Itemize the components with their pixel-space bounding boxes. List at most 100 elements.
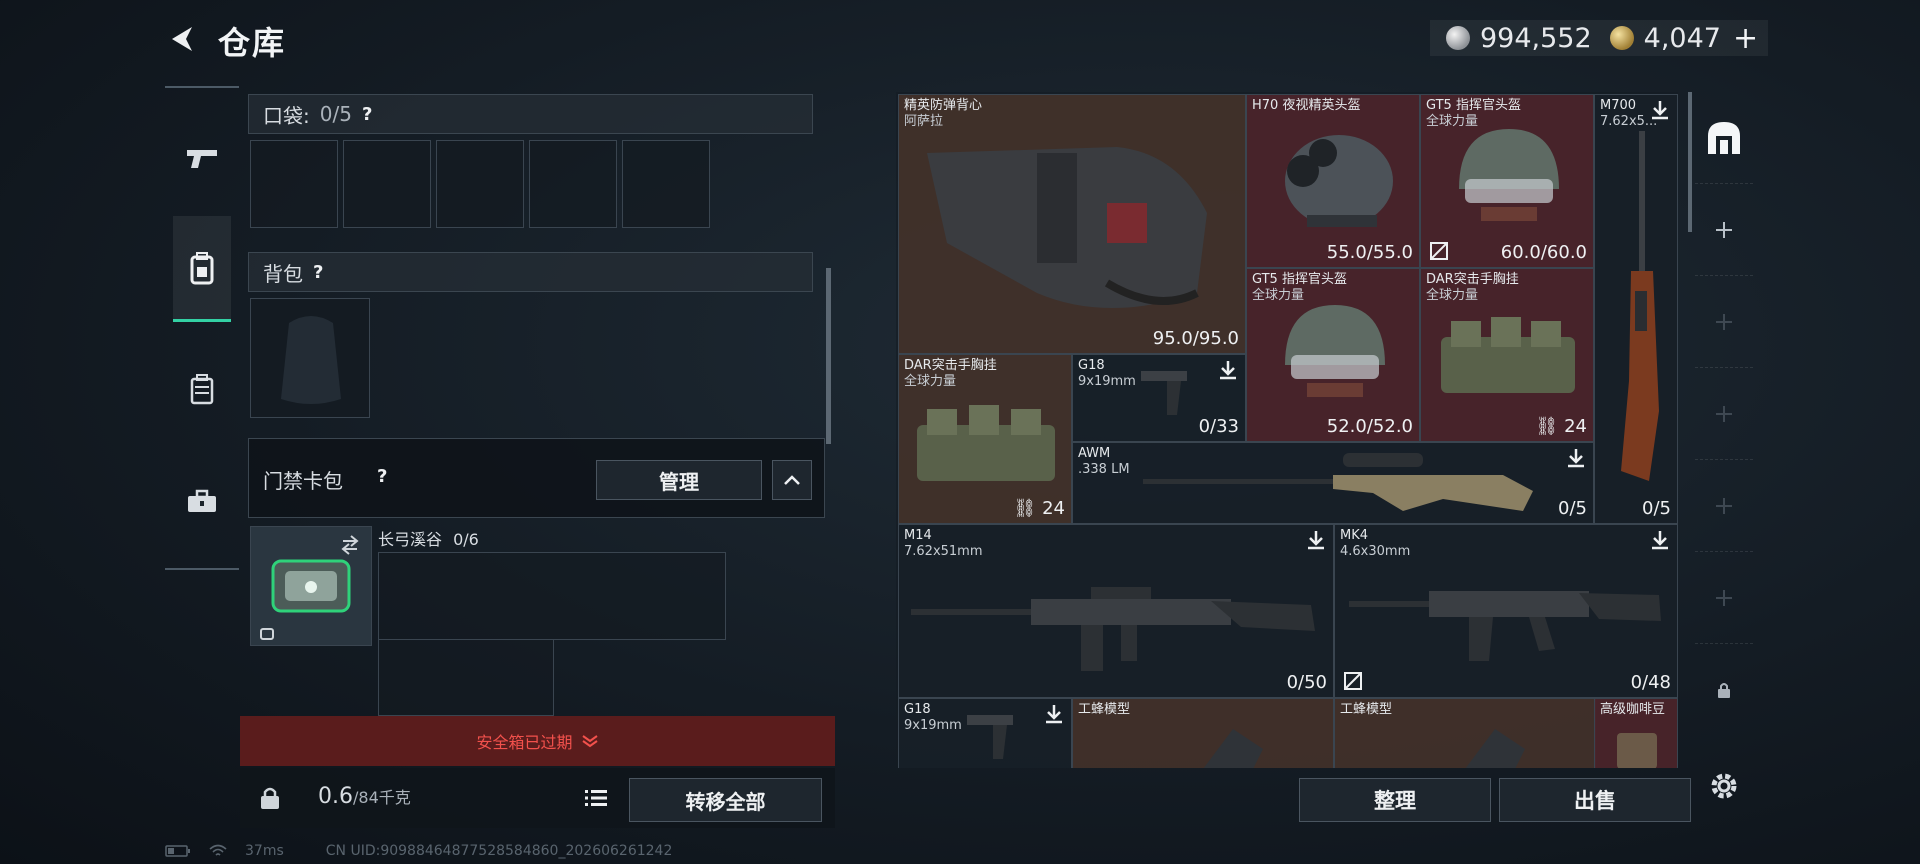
category-nav bbox=[165, 86, 239, 570]
currency-bar: 994,552 4,047 + bbox=[1430, 20, 1768, 56]
item-mk4-rifle[interactable]: MK4 4.6x30mm 0/48 bbox=[1334, 524, 1678, 698]
ping: 37ms bbox=[245, 843, 284, 859]
gun-icon bbox=[187, 150, 217, 168]
stash-add-page-button[interactable] bbox=[1695, 368, 1753, 460]
item-sub: 全球力量 bbox=[1426, 288, 1479, 303]
plus-icon bbox=[1716, 313, 1732, 330]
uid: CN UID:90988464877528584860_202606261242 bbox=[325, 843, 673, 859]
add-currency-button[interactable]: + bbox=[1733, 21, 1758, 56]
back-arrow-icon bbox=[172, 27, 192, 51]
item-sub: 4.6x30mm bbox=[1340, 544, 1411, 559]
stash-add-page-button[interactable] bbox=[1695, 276, 1753, 368]
sort-button[interactable]: 整理 bbox=[1299, 778, 1491, 822]
tab-backpack[interactable] bbox=[173, 216, 231, 322]
tab-tools[interactable] bbox=[173, 448, 231, 554]
item-count-value: 24 bbox=[1042, 498, 1065, 519]
helmet-icon bbox=[1459, 129, 1559, 221]
item-h70-helmet[interactable]: H70 夜视精英头盔 55.0/55.0 bbox=[1246, 94, 1420, 268]
keycard-help-button[interactable]: ? bbox=[377, 466, 387, 487]
manage-button[interactable]: 管理 bbox=[596, 460, 762, 500]
sniper-rifle-icon bbox=[1143, 453, 1533, 511]
item-m14-rifle[interactable]: M14 7.62x51mm 0/50 bbox=[898, 524, 1334, 698]
safebox-title: 长弓溪谷 0/6 bbox=[378, 526, 479, 550]
item-name: DAR突击手胸挂 bbox=[904, 358, 997, 373]
safebox-grid[interactable] bbox=[378, 552, 726, 640]
item-gt5-helmet[interactable]: GT5 指挥官头盔 全球力量 52.0/52.0 bbox=[1246, 268, 1420, 442]
lock-icon bbox=[1718, 683, 1730, 698]
stash-add-page-button[interactable] bbox=[1695, 552, 1753, 644]
pocket-slot[interactable] bbox=[436, 140, 524, 228]
item-dar-rig[interactable]: DAR突击手胸挂 全球力量 ⛓ 24 bbox=[898, 354, 1072, 524]
list-icon bbox=[585, 790, 607, 806]
stash-scrollbar[interactable] bbox=[1688, 92, 1692, 232]
item-dar-rig[interactable]: DAR突击手胸挂 全球力量 ⛓ 24 bbox=[1420, 268, 1594, 442]
pocket-header: 口袋: 0/5 ? bbox=[248, 94, 813, 134]
left-scrollbar[interactable] bbox=[826, 268, 831, 444]
lock-icon bbox=[261, 787, 279, 809]
silver-coin-icon bbox=[1446, 26, 1470, 50]
item-awm-rifle[interactable]: AWM .338 LM 0/5 bbox=[1072, 442, 1594, 524]
item-count: ⛓ 24 bbox=[1013, 498, 1065, 519]
list-view-button[interactable] bbox=[578, 780, 614, 816]
wifi-icon bbox=[209, 844, 227, 856]
safebox-icon bbox=[260, 535, 359, 640]
loadout-panel: 口袋: 0/5 ? 背包 ? 门禁卡包 ? 管理 长弓溪谷 0/6 安全箱已过期 bbox=[240, 86, 835, 766]
sell-button[interactable]: 出售 bbox=[1499, 778, 1691, 822]
tab-container[interactable] bbox=[173, 336, 231, 442]
item-sub: 7.62x51mm bbox=[904, 544, 983, 559]
pocket-count: 0/5 bbox=[319, 102, 352, 126]
drone-icon bbox=[1465, 729, 1525, 768]
item-durability: 55.0/55.0 bbox=[1326, 242, 1413, 263]
pocket-help-button[interactable]: ? bbox=[362, 104, 372, 125]
safebox-expired-banner[interactable]: 安全箱已过期 bbox=[240, 716, 835, 766]
item-count: ⛓ 24 bbox=[1535, 416, 1587, 437]
item-name: 高级咖啡豆 bbox=[1600, 702, 1666, 717]
item-g18-pistol[interactable]: G18 9x19mm 0/33 bbox=[1072, 354, 1246, 442]
item-coffee-beans[interactable]: 高级咖啡豆 bbox=[1594, 698, 1678, 768]
item-gt5-helmet[interactable]: GT5 指挥官头盔 全球力量 60.0/60.0 bbox=[1420, 94, 1594, 268]
rifle-icon bbox=[1621, 131, 1659, 481]
collapse-button[interactable] bbox=[772, 460, 812, 500]
stash-grid: 精英防弹背心 阿萨拉 95.0/95.0 H70 夜视精英头盔 55.0/55.… bbox=[896, 92, 1678, 768]
backpack-icon bbox=[190, 251, 214, 284]
safebox-name: 长弓溪谷 bbox=[378, 530, 443, 549]
transfer-all-button[interactable]: 转移全部 bbox=[629, 778, 822, 822]
stash-lock-button[interactable] bbox=[1695, 644, 1753, 736]
status-footer: 37ms CN UID:90988464877528584860_2026062… bbox=[165, 843, 672, 859]
stash-add-page-button[interactable] bbox=[1695, 460, 1753, 552]
double-chevron-down-icon bbox=[581, 735, 598, 748]
item-g18-pistol[interactable]: G18 9x19mm bbox=[898, 698, 1072, 768]
back-button[interactable] bbox=[162, 20, 202, 58]
weight-display: 0.6/84千克 bbox=[318, 784, 411, 809]
expired-text: 安全箱已过期 bbox=[476, 733, 573, 752]
item-bee-model[interactable]: 工蜂模型 bbox=[1072, 698, 1334, 768]
item-sub: .338 LM bbox=[1078, 462, 1130, 477]
stash-home-icon bbox=[1708, 121, 1740, 154]
item-sub: 9x19mm bbox=[904, 718, 962, 733]
no-insure-icon bbox=[1344, 672, 1362, 690]
keycard-wallet-row: 门禁卡包 ? 管理 bbox=[248, 438, 825, 518]
gear-icon bbox=[1711, 773, 1737, 799]
pistol-icon bbox=[967, 715, 1013, 759]
item-m700-rifle[interactable]: M700 7.62x5... 0/5 bbox=[1594, 94, 1678, 524]
stash-page-1[interactable] bbox=[1695, 92, 1753, 184]
item-elite-vest[interactable]: 精英防弹背心 阿萨拉 95.0/95.0 bbox=[898, 94, 1246, 354]
plus-icon bbox=[1716, 221, 1732, 238]
pocket-slot[interactable] bbox=[529, 140, 617, 228]
safebox-slot[interactable] bbox=[250, 526, 372, 646]
pocket-slot[interactable] bbox=[622, 140, 710, 228]
pocket-slot[interactable] bbox=[250, 140, 338, 228]
lock-button[interactable] bbox=[244, 772, 296, 824]
weight-bar: 0.6/84千克 转移全部 bbox=[240, 768, 835, 828]
pocket-slot[interactable] bbox=[343, 140, 431, 228]
backpack-help-button[interactable]: ? bbox=[313, 262, 323, 283]
toolbox-icon bbox=[188, 489, 216, 512]
item-bee-model[interactable]: 工蜂模型 bbox=[1334, 698, 1596, 768]
tab-weapons[interactable] bbox=[173, 106, 231, 212]
item-name: GT5 指挥官头盔 bbox=[1426, 98, 1521, 113]
safebox-grid-ext[interactable] bbox=[378, 640, 554, 716]
backpack-slot[interactable] bbox=[250, 298, 370, 418]
stash-add-page-button[interactable] bbox=[1695, 184, 1753, 276]
silver-amount: 994,552 bbox=[1480, 22, 1592, 54]
settings-button[interactable] bbox=[1700, 762, 1748, 810]
